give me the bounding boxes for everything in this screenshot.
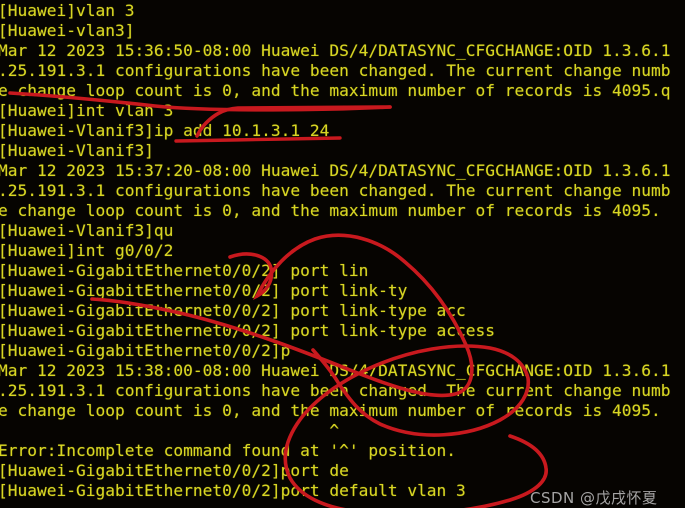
console-line: [Huawei]int vlan 3: [0, 101, 174, 120]
console-line: Mar 12 2023 15:36:50-08:00 Huawei DS/4/D…: [0, 41, 671, 60]
console-line: Mar 12 2023 15:38:00-08:00 Huawei DS/4/D…: [0, 361, 671, 380]
bottom-white-strip: [0, 508, 685, 516]
console-line: [Huawei-Vlanif3]qu: [0, 221, 174, 240]
console-line: .25.191.3.1 configurations have been cha…: [0, 381, 671, 400]
console-line: [Huawei-GigabitEthernet0/0/2]p: [0, 341, 291, 360]
console-line: [Huawei]vlan 3: [0, 1, 135, 20]
console-line: Mar 12 2023 15:37:20-08:00 Huawei DS/4/D…: [0, 161, 671, 180]
console-line: [Huawei]int g0/0/2: [0, 241, 174, 260]
console-line: .25.191.3.1 configurations have been cha…: [0, 181, 671, 200]
terminal-window[interactable]: [Huawei]vlan 3 [Huawei-vlan3] Mar 12 202…: [0, 0, 685, 508]
console-line: [Huawei-vlan3]: [0, 21, 135, 40]
console-output: [Huawei]vlan 3 [Huawei-vlan3] Mar 12 202…: [0, 1, 685, 501]
console-line: [Huawei-GigabitEthernet0/0/2] port lin: [0, 261, 369, 280]
console-line: e change loop count is 0, and the maximu…: [0, 401, 661, 420]
console-line: .25.191.3.1 configurations have been cha…: [0, 61, 671, 80]
console-line: e change loop count is 0, and the maximu…: [0, 201, 661, 220]
console-line: [Huawei-Vlanif3]: [0, 141, 154, 160]
console-line: [Huawei-Vlanif3]ip add 10.1.3.1 24: [0, 121, 330, 140]
console-line: Error:Incomplete command found at '^' po…: [0, 441, 457, 460]
console-line: [Huawei-GigabitEthernet0/0/2] port link-…: [0, 301, 466, 320]
console-caret-line: ^: [0, 421, 340, 440]
csdn-watermark: CSDN @戊戌怀夏: [530, 489, 658, 507]
console-line: [Huawei-GigabitEthernet0/0/2]port de: [0, 461, 349, 480]
console-line: [Huawei-GigabitEthernet0/0/2] port link-…: [0, 281, 408, 300]
console-line: [Huawei-GigabitEthernet0/0/2] port link-…: [0, 321, 496, 340]
screenshot-root: [Huawei]vlan 3 [Huawei-vlan3] Mar 12 202…: [0, 0, 685, 516]
console-line: e change loop count is 0, and the maximu…: [0, 81, 671, 100]
